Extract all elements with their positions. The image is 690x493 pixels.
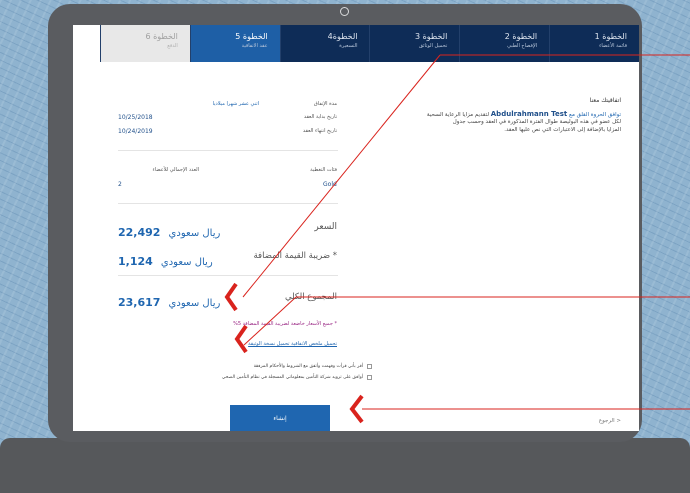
download-links[interactable]: تحميل ملخص الاتفاقية تحميل نسخة الوثيقة (248, 341, 337, 347)
camera-icon (340, 7, 349, 16)
tab-subtitle: تحميل الوثائق (418, 43, 448, 49)
vat-label: * ضريبة القيمة المضافة (253, 251, 338, 261)
members-label: العدد الإجمالي للأعضاء (152, 167, 200, 173)
total-value: 23,617 (118, 296, 161, 309)
agreement-line-2: لكل عضو في هذه البوليصة طوال الفترة المذ… (452, 119, 621, 125)
tab-title: الخطوة 1 (594, 32, 627, 41)
vat-currency: ريال سعودي (160, 257, 213, 268)
tab-step-3[interactable]: الخطوة 3 تحميل الوثائق (369, 25, 460, 62)
submit-button[interactable]: إنشاء (230, 405, 330, 431)
total-currency: ريال سعودي (168, 298, 221, 309)
divider (118, 275, 338, 276)
duration-value: اثني عشر شهرا ميلاديا (212, 101, 259, 107)
laptop-base (0, 438, 690, 493)
consent-checkbox[interactable] (367, 375, 372, 380)
tab-title: الخطوة 3 (414, 32, 448, 41)
members-value: 2 (118, 181, 122, 188)
agreement-heading: اتفاقيتك معنا (589, 97, 621, 104)
divider (118, 203, 338, 204)
start-date-value: 10/25/2018 (118, 114, 153, 121)
tab-title: الخطوة 5 (235, 32, 268, 41)
tab-title: الخطوة 2 (504, 32, 538, 41)
divider (118, 150, 338, 151)
tab-step-1[interactable]: الخطوة 1 قائمة الأعضاء (549, 25, 639, 62)
price-currency: ريال سعودي (168, 228, 221, 239)
tab-step-2[interactable]: الخطوة 2 الإفصاح الطبي (459, 25, 550, 62)
price-value: 22,492 (118, 226, 161, 239)
tab-subtitle: قائمة الأعضاء (599, 43, 627, 49)
agreement-intro: توافق الحروة القلق مع (569, 112, 621, 118)
vat-note: * جميع الأسعار خاضعة لضريبة القيمة المضا… (233, 321, 337, 327)
price-label: السعر (314, 222, 337, 232)
agreement-line-1: توافق الحروة القلق مع Abdulrahmann Test … (427, 110, 621, 118)
vat-amount: 1,124 ريال سعودي (118, 250, 213, 269)
tab-subtitle: الإفصاح الطبي (507, 43, 538, 49)
agreement-line-3: المزايا بالإضافة إلى الاعتبارات التي نص … (504, 127, 621, 133)
total-amount: 23,617 ريال سعودي (118, 291, 220, 310)
tab-subtitle: التسعيرة (339, 43, 358, 49)
back-link[interactable]: < الرجوع (599, 418, 621, 424)
end-date-value: 10/24/2019 (118, 128, 153, 135)
duration-label: مدة الإتفاق (313, 101, 337, 107)
class-value: Gold (323, 181, 337, 188)
vat-value: 1,124 (118, 255, 153, 268)
tab-title: الخطوة4 (327, 32, 358, 41)
agreement-screen: الخطوة 6 الدفع الخطوة 5 عقد الاتفاقية ال… (73, 25, 639, 431)
tab-step-6[interactable]: الخطوة 6 الدفع (100, 25, 190, 62)
start-date-label: تاريخ بداية العقد (303, 114, 337, 120)
company-name: Abdulrahmann Test (490, 110, 568, 118)
step-tabs: الخطوة 6 الدفع الخطوة 5 عقد الاتفاقية ال… (100, 25, 639, 62)
terms-checkbox[interactable] (367, 364, 372, 369)
total-label: المجموع الكلي (285, 292, 337, 302)
tab-step-4[interactable]: الخطوة4 التسعيرة (279, 25, 370, 62)
class-label: فئات التغطية (310, 167, 337, 173)
consent-checkbox-label: أوافق على تزويد شركة التأمين بمعلوماتي ا… (221, 375, 363, 380)
price-amount: 22,492 ريال سعودي (118, 221, 220, 240)
tab-step-5[interactable]: الخطوة 5 عقد الاتفاقية (189, 25, 280, 62)
end-date-label: تاريخ انتهاء العقد (302, 128, 337, 134)
agreement-line-1-end: لتقديم مزايا الرعاية السحية (426, 112, 490, 118)
tab-subtitle: الدفع (167, 43, 178, 49)
tab-subtitle: عقد الاتفاقية (241, 43, 268, 49)
tab-title: الخطوة 6 (145, 32, 178, 41)
terms-checkbox-label: أقر بأني قرأت وفهمت وأتفق مع الشروط والأ… (253, 364, 363, 369)
